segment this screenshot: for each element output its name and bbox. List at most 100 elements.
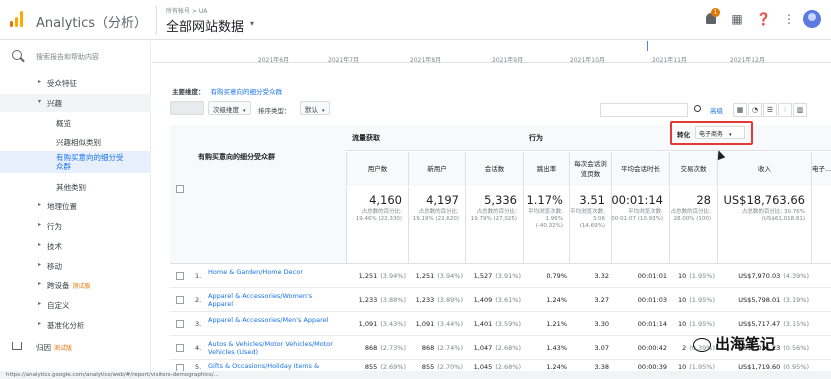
timeline-label: 2021年6月 xyxy=(258,57,290,64)
col-header-revenue[interactable]: 收入 xyxy=(717,152,811,186)
sort-type-label: 排序类型： xyxy=(258,107,291,115)
group-header-acquisition: 流量获取 xyxy=(346,125,523,151)
timeline-chart: 2021年6月 2021年7月 2021年8月 2021年9月 2021年10月… xyxy=(152,41,831,64)
sidebar-search-placeholder: 搜索报告和帮助内容 xyxy=(36,53,99,61)
header-divider xyxy=(156,6,157,34)
avatar[interactable] xyxy=(803,10,821,28)
timeline-label: 2021年11月 xyxy=(652,57,687,64)
row-dimension-link[interactable]: Home & Garden/Home Decor xyxy=(208,268,336,276)
sidebar-item-demographics[interactable]: ▸ 受众特征 xyxy=(0,74,151,92)
sidebar-item-interests[interactable]: ▾ 兴趣 xyxy=(0,94,151,112)
view-selector[interactable]: 全部网站数据 xyxy=(166,16,244,35)
totals-revenue: US$18,763.66 占总数的百分比: 30.76% (US$61,018.8… xyxy=(717,187,811,264)
row-checkbox[interactable] xyxy=(176,320,184,328)
sidebar-item-affinity[interactable]: 兴趣相似类别 xyxy=(0,133,151,151)
attribution-beta-badge: 测试版 xyxy=(54,345,73,352)
col-header-pages-per-session[interactable]: 每次会话浏览页数 xyxy=(569,152,611,186)
row-checkbox[interactable] xyxy=(176,344,184,352)
status-bar-url: https://analytics.google.com/analytics/w… xyxy=(0,371,831,379)
pivot-view-icon[interactable]: ▥ xyxy=(793,103,807,117)
search-icon[interactable] xyxy=(693,104,705,116)
timeline-label: 2021年10月 xyxy=(570,57,605,64)
sidebar-item-attribution[interactable]: 归因 测试版 xyxy=(0,337,151,357)
col-header-sessions[interactable]: 会话数 xyxy=(465,152,523,186)
search-icon xyxy=(12,50,22,60)
sidebar-item-geo[interactable]: ▸ 地理位置 xyxy=(0,197,151,215)
timeline-series-line xyxy=(647,41,677,51)
timeline-label: 2021年8月 xyxy=(410,57,442,64)
view-dropdown-icon[interactable]: ▾ xyxy=(250,19,254,28)
row-dimension-link[interactable]: Autos & Vehicles/Motor Vehicles/Motor Ve… xyxy=(208,340,336,356)
table-row: 2. Apparel & Accessories/Women's Apparel… xyxy=(170,288,831,312)
col-header-transactions[interactable]: 交易次数 xyxy=(669,152,717,186)
col-header-ecommerce-rate[interactable]: 电子... xyxy=(811,152,831,186)
dimension-column-header: 有购买意向的细分受众群 xyxy=(170,125,346,264)
secondary-dimension-button[interactable]: 次级维度 ▾ xyxy=(208,101,251,115)
totals-transactions: 28 占总数的百分比: 28.00% (100) xyxy=(669,187,717,264)
sidebar-search[interactable]: 搜索报告和帮助内容 xyxy=(0,47,151,67)
totals-sessions: 5,336 占总数的百分比: 19.79% (27,025) xyxy=(465,187,523,264)
sidebar-item-mobile[interactable]: ▸ 移动 xyxy=(0,257,151,275)
row-checkbox[interactable] xyxy=(176,296,184,304)
sort-type-select[interactable]: 默认 ▾ xyxy=(300,101,330,115)
apps-grid-icon[interactable]: ▦ xyxy=(730,12,744,26)
comparison-view-icon[interactable]: ⫶ xyxy=(778,103,792,117)
table-search-input[interactable] xyxy=(600,103,688,117)
table-row: 1. Home & Garden/Home Decor 1,251 (3.94%)… xyxy=(170,264,831,288)
row-checkbox[interactable] xyxy=(176,272,184,280)
sidebar-item-cross-device[interactable]: ▸ 跨设备 测试版 xyxy=(0,276,151,294)
col-header-avg-session-duration[interactable]: 平均会话时长 xyxy=(611,152,669,186)
help-icon[interactable]: ❓ xyxy=(756,12,771,26)
col-header-new-users[interactable]: 新用户 xyxy=(408,152,465,186)
pie-view-icon[interactable]: ◔ xyxy=(748,103,762,117)
conversion-selector-highlight: 转化 电子商务 ▾ xyxy=(670,121,753,145)
primary-dimension-link[interactable]: 有购买意向的细分受众群 xyxy=(211,88,283,96)
attribution-label: 归因 xyxy=(36,343,51,352)
timeline-label: 2021年7月 xyxy=(328,57,360,64)
wechat-icon xyxy=(693,337,711,352)
sidebar-item-behavior[interactable]: ▸ 行为 xyxy=(0,217,151,235)
advanced-filter-link[interactable]: 高级 xyxy=(710,105,723,115)
timeline-label: 2021年9月 xyxy=(492,57,524,64)
conversion-group-label: 转化 xyxy=(677,131,690,139)
sidebar-item-technology[interactable]: ▸ 技术 xyxy=(0,237,151,255)
notification-count: 1 xyxy=(711,8,720,17)
col-header-users[interactable]: 用户数 xyxy=(346,152,408,186)
app-title[interactable]: Analytics（分析） xyxy=(36,12,147,31)
select-all-checkbox[interactable] xyxy=(176,185,184,193)
totals-ecommerce-rate xyxy=(811,187,831,264)
plot-rows-button[interactable] xyxy=(170,101,204,115)
table-view-icon[interactable]: ▦ xyxy=(733,103,747,117)
totals-new-users: 4,197 占总数的百分比: 19.19% (22,620) xyxy=(408,187,465,264)
notifications-icon[interactable]: 1 xyxy=(704,8,720,26)
sidebar: 搜索报告和帮助内容 ▸ 受众特征 ▾ 兴趣 概览 兴趣相似类别 有购买意向的细分受众… xyxy=(0,41,151,379)
sidebar-item-other-categories[interactable]: 其他类别 xyxy=(0,178,151,196)
attribution-icon xyxy=(12,342,22,350)
more-options-icon[interactable]: ⋮ xyxy=(782,12,796,26)
performance-view-icon[interactable]: ☰ xyxy=(763,103,777,117)
totals-bounce-rate: 1.17% 平均浏览次数: 1.96% (-40.32%) xyxy=(523,187,569,264)
report-main: 2021年6月 2021年7月 2021年8月 2021年9月 2021年10月… xyxy=(152,41,831,379)
totals-users: 4,160 占总数的百分比: 19.46% (22,330) xyxy=(346,187,408,264)
sidebar-item-in-market[interactable]: 有购买意向的细分受众群 xyxy=(0,151,151,173)
cross-device-label: 跨设备 xyxy=(47,281,70,290)
totals-avg-duration: 00:01:14 平均浏览次数: 00:01:07 (10.93%) xyxy=(611,187,669,264)
row-dimension-link[interactable]: Apparel & Accessories/Women's Apparel xyxy=(208,292,336,308)
top-bar: Analytics（分析） 所有帐号 > UA 全部网站数据 ▾ 1 ▦ ❓ ⋮ xyxy=(0,0,831,40)
totals-pages-per-session: 3.51 平均浏览次数: 3.06 (14.69%) xyxy=(569,187,611,264)
group-header-behavior: 行为 xyxy=(523,125,669,151)
sidebar-item-benchmarking[interactable]: ▸ 基准化分析 xyxy=(0,316,151,334)
sidebar-item-custom[interactable]: ▸ 自定义 xyxy=(0,296,151,314)
beta-badge: 测试版 xyxy=(72,283,91,290)
col-header-bounce-rate[interactable]: 跳出率 xyxy=(523,152,569,186)
primary-dimension-label: 主要维度： xyxy=(172,88,205,96)
account-breadcrumb[interactable]: 所有帐号 > UA xyxy=(166,6,207,15)
timeline-label: 2021年12月 xyxy=(730,57,765,64)
analytics-logo-icon[interactable] xyxy=(10,11,24,27)
conversion-dropdown[interactable]: 电子商务 ▾ xyxy=(695,126,745,139)
primary-dimension: 主要维度： 有购买意向的细分受众群 xyxy=(172,86,282,96)
sidebar-item-overview[interactable]: 概览 xyxy=(0,114,151,132)
watermark: 出海笔记 xyxy=(693,333,775,354)
row-dimension-link[interactable]: Apparel & Accessories/Men's Apparel xyxy=(208,316,336,324)
dimension-header-label[interactable]: 有购买意向的细分受众群 xyxy=(198,152,275,162)
